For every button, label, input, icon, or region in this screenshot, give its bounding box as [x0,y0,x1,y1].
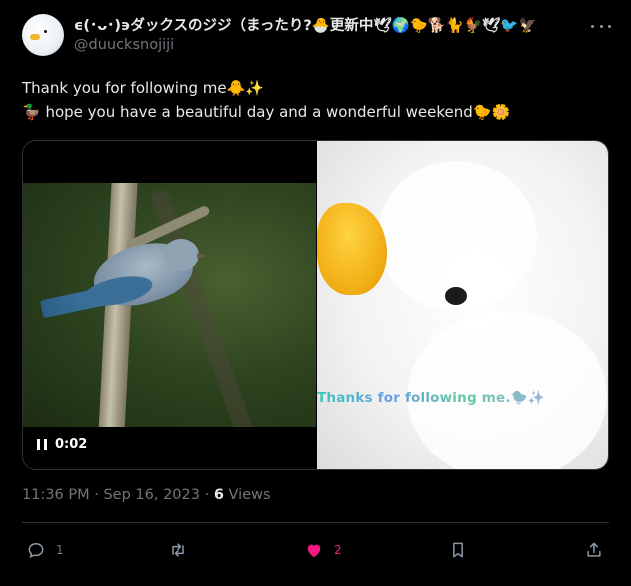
image-attachment[interactable]: Thanks for following me.🐤✨ [317,141,608,469]
reply-count: 1 [56,543,64,557]
video-controls: 0:02 [37,437,87,452]
video-time: 0:02 [55,437,88,452]
pause-icon[interactable] [37,439,47,450]
bookmark-button[interactable] [448,536,468,564]
user-handle[interactable]: @duucksnojiji [74,36,174,54]
share-button[interactable] [584,536,604,564]
duck-beak [317,203,387,295]
video-player[interactable]: 0:02 [23,141,316,469]
action-bar: 1 2 [22,536,612,564]
avatar-eye [44,30,47,33]
retweet-icon [172,543,184,557]
avatar-beak [30,34,40,40]
display-name[interactable]: ϵ(･ᴗ･)϶ダックスのジジ（まったり?🐣更新中🕊🌍🐤🐕🐈🐓🕊🐦🦅 [74,18,537,34]
bird-beak [197,253,206,259]
like-button[interactable]: 2 [304,536,342,564]
views-label: Views [223,487,271,503]
tweet-header: ϵ(･ᴗ･)϶ダックスのジジ（まったり?🐣更新中🕊🌍🐤🐕🐈🐓🕊🐦🦅 @duuck… [22,14,631,58]
tweet-text: Thank you for following me🐥✨ 🦆 hope you … [22,76,612,124]
reply-button[interactable]: 1 [26,536,64,564]
heart-icon [307,544,321,558]
bookmark-icon [453,542,463,558]
share-icon [587,542,601,557]
tweet-text-line-1: Thank you for following me🐥✨ [22,79,264,97]
reply-icon [28,542,44,558]
retweet-button[interactable] [168,536,198,564]
tweet-text-line-2: 🦆 hope you have a beautiful day and a wo… [22,103,511,121]
tweet-meta: 11:36 PM · Sep 16, 2023 · 6 Views [22,487,271,503]
like-count: 2 [334,543,342,557]
views-count: 6 [213,487,224,503]
bird-head [163,239,199,271]
divider [22,522,609,523]
image-caption: Thanks for following me.🐤✨ [317,390,608,406]
media-container: 0:02 Thanks for following me.🐤✨ [22,140,609,470]
more-icon[interactable] [591,20,611,32]
duck-eye [445,287,467,305]
avatar[interactable] [22,14,64,56]
video-frame[interactable] [23,183,316,427]
timestamp[interactable]: 11:36 PM · Sep 16, 2023 · [22,487,214,503]
name-row: ϵ(･ᴗ･)϶ダックスのジジ（まったり?🐣更新中🕊🌍🐤🐕🐈🐓🕊🐦🦅 [74,15,571,35]
